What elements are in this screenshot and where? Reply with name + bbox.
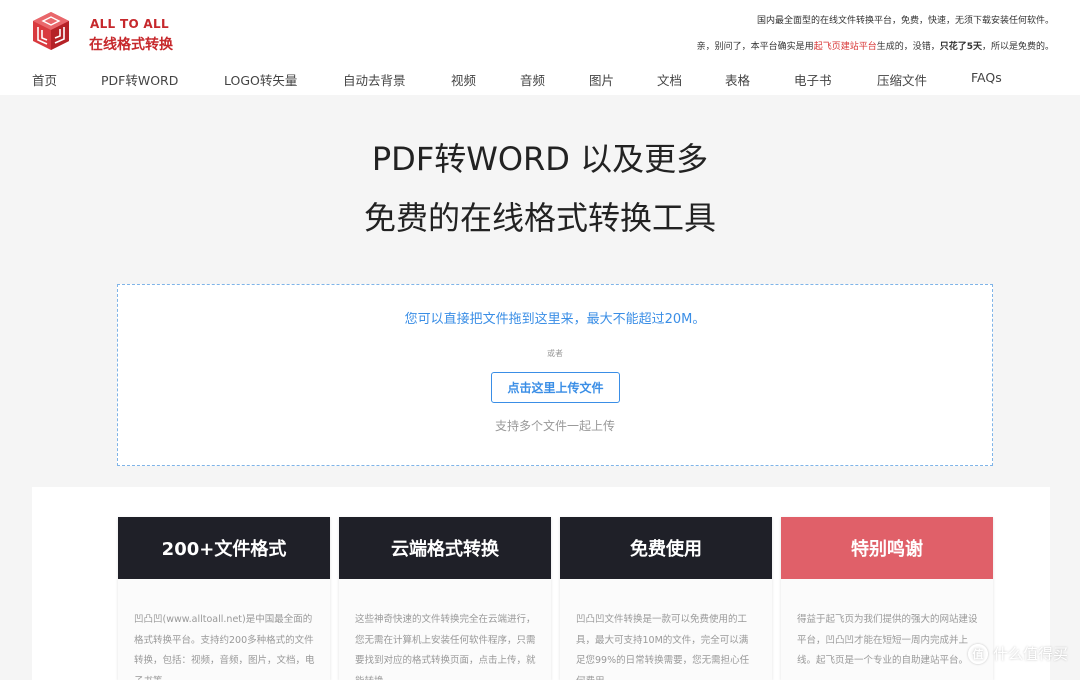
watermark-text: 什么值得买 <box>992 645 1068 663</box>
notice-text: ，所以是免费的。 <box>981 42 1054 52</box>
feature-card-free: 免费使用 凹凸凹文件转换是一款可以免费使用的工具，最大可支持10M的文件，完全可… <box>560 517 772 680</box>
feature-card-cloud: 云端格式转换 这些神奇快速的文件转换完全在云端进行，您无需在计算机上安装任何软件… <box>339 517 551 680</box>
site-header: ALL TO ALL 在线格式转换 国内最全面型的在线文件转换平台，免费，快速，… <box>0 0 1080 95</box>
hero-title: PDF转WORD 以及更多 <box>371 140 709 178</box>
nav-item-ebook[interactable]: 电子书 <box>794 70 832 89</box>
notice-text: 生成的，没错， <box>876 42 940 52</box>
site-notice-line-1: 国内最全面型的在线文件转换平台，免费，快速，无须下载安装任何软件。 <box>756 16 1054 26</box>
nav-item-faqs[interactable]: FAQs <box>971 70 1002 85</box>
feature-card-thanks: 特别鸣谢 得益于起飞页为我们提供的强大的网站建设平台，凹凸凹才能在短短一周内完成… <box>781 517 993 680</box>
main-nav: 首页 PDF转WORD LOGO转矢量 自动去背景 视频 音频 图片 文档 表格… <box>0 66 1080 92</box>
feature-card-text: 凹凸凹文件转换是一款可以免费使用的工具，最大可支持10M的文件，完全可以满足您9… <box>576 614 750 680</box>
feature-card-title: 200+文件格式 <box>118 517 330 579</box>
feature-card-text: 得益于起飞页为我们提供的强大的网站建设平台，凹凸凹才能在短短一周内完成并上线。起… <box>797 614 978 666</box>
hero-subtitle: 免费的在线格式转换工具 <box>363 199 716 237</box>
feature-card-title: 云端格式转换 <box>339 517 551 579</box>
logo-title[interactable]: ALL TO ALL <box>90 17 169 31</box>
feature-card-title: 免费使用 <box>560 517 772 579</box>
drop-hint: 您可以直接把文件拖到这里来，最大不能超过20M。 <box>404 312 706 327</box>
site-logo-icon[interactable] <box>30 10 72 52</box>
feature-card-title: 特别鸣谢 <box>781 517 993 579</box>
file-dropzone[interactable]: 您可以直接把文件拖到这里来，最大不能超过20M。 或者 点击这里上传文件 支持多… <box>117 284 993 466</box>
nav-item-home[interactable]: 首页 <box>32 70 57 89</box>
watermark: 值 什么值得买 <box>967 643 1068 664</box>
site-notice-line-2: 亲，别问了，本平台确实是用起飞页建站平台生成的，没错，只花了5天，所以是免费的。 <box>697 39 1054 52</box>
nav-item-spreadsheet[interactable]: 表格 <box>725 70 750 89</box>
nav-item-remove-background[interactable]: 自动去背景 <box>343 70 406 89</box>
builder-link[interactable]: 起飞页建站平台 <box>814 42 877 52</box>
notice-text: 亲，别问了，本平台确实是用 <box>696 42 814 52</box>
nav-item-audio[interactable]: 音频 <box>520 70 545 89</box>
feature-card-formats: 200+文件格式 凹凸凹(www.alltoall.net)是中国最全面的格式转… <box>118 517 330 680</box>
nav-item-logo-to-vector[interactable]: LOGO转矢量 <box>224 70 297 89</box>
feature-card-text: 这些神奇快速的文件转换完全在云端进行，您无需在计算机上安装任何软件程序，只需要找… <box>355 614 536 680</box>
upload-button[interactable]: 点击这里上传文件 <box>491 372 620 403</box>
drop-or-label: 或者 <box>547 349 563 358</box>
nav-item-image[interactable]: 图片 <box>589 70 614 89</box>
nav-item-video[interactable]: 视频 <box>451 70 476 89</box>
watermark-logo-icon: 值 <box>967 643 988 664</box>
multi-upload-note: 支持多个文件一起上传 <box>494 419 615 433</box>
nav-item-document[interactable]: 文档 <box>657 70 682 89</box>
logo-subtitle[interactable]: 在线格式转换 <box>89 34 173 54</box>
nav-item-archive[interactable]: 压缩文件 <box>877 70 927 89</box>
notice-emphasis: 只花了5天 <box>939 42 982 52</box>
feature-card-text: 凹凸凹(www.alltoall.net)是中国最全面的格式转换平台。支持约20… <box>134 614 315 680</box>
nav-item-pdf-to-word[interactable]: PDF转WORD <box>101 70 178 89</box>
